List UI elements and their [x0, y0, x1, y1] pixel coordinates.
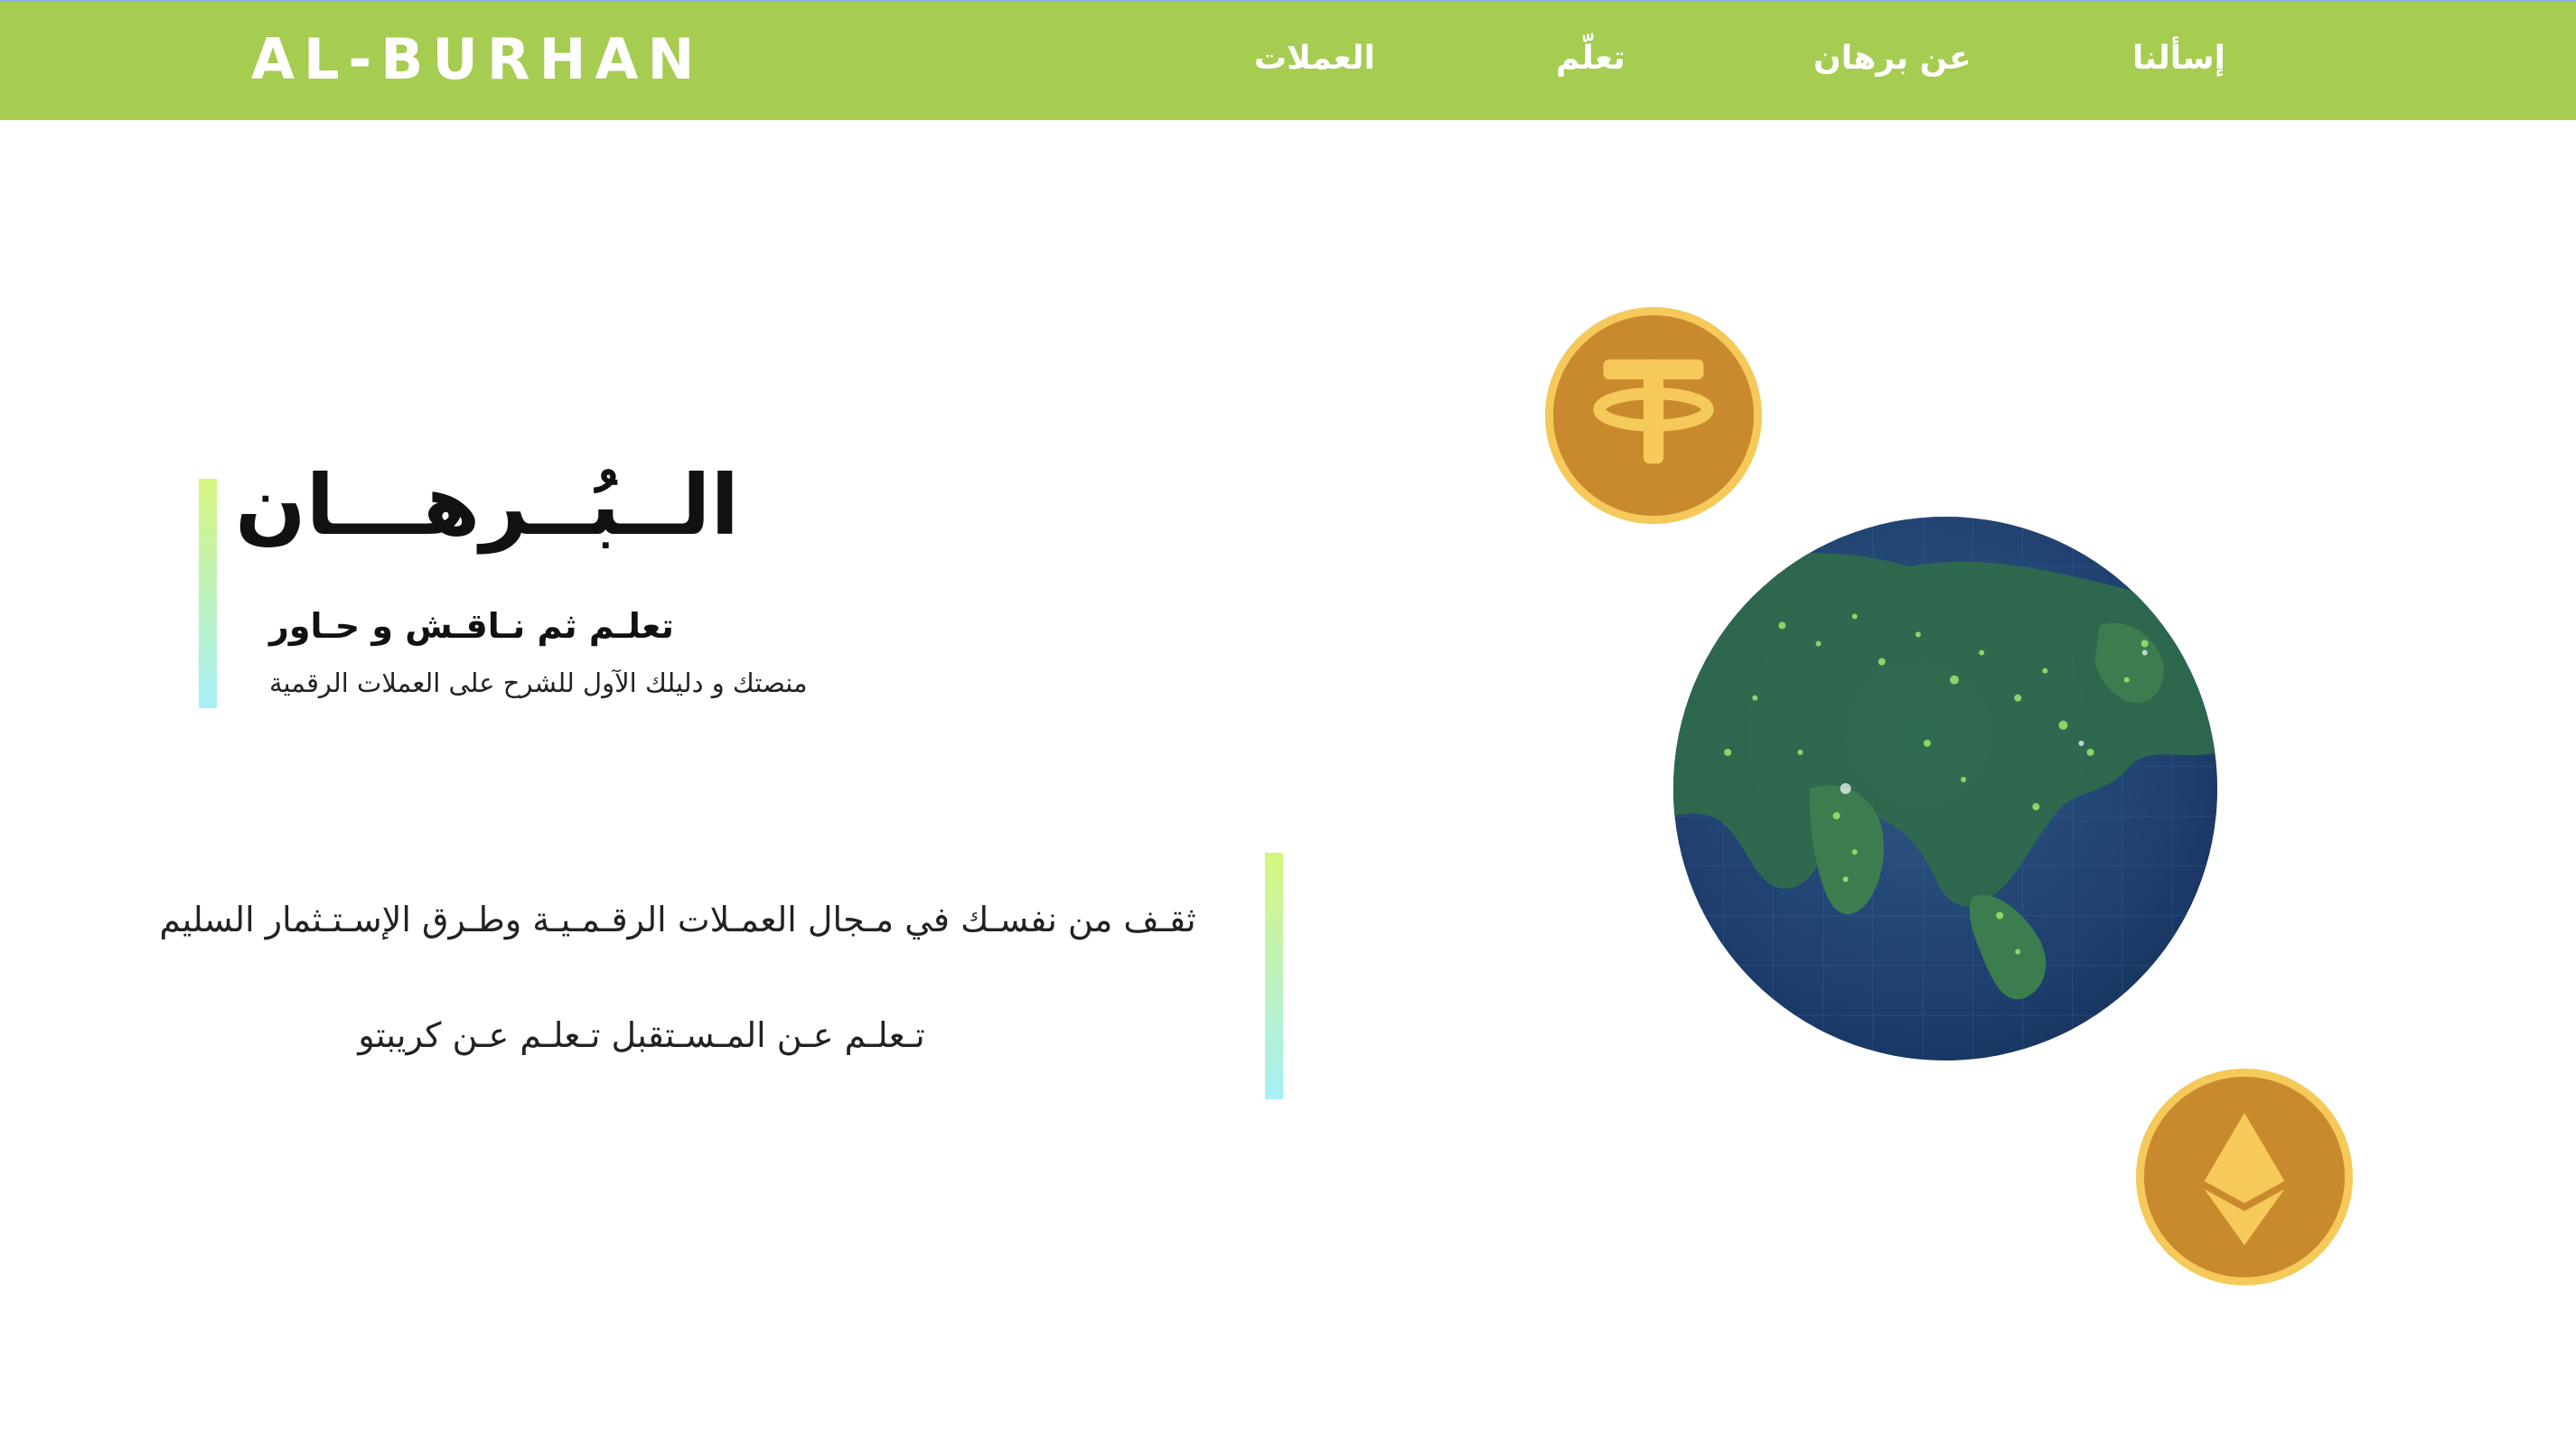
top-navigation-bar: AL-BURHAN إسألنا عن برهان تعلّم العملات: [0, 0, 2576, 120]
tether-coin-icon: [1545, 307, 1762, 524]
hero-subtitle: تعلـم ثم نـاقـش و حـاور: [269, 606, 674, 646]
nav-item-about[interactable]: عن برهان: [1813, 36, 1972, 81]
nav-item-ask-us[interactable]: إسألنا: [2132, 36, 2225, 81]
hero-accent-bar: [199, 479, 217, 708]
brand-logo[interactable]: AL-BURHAN: [251, 23, 703, 96]
ethereum-symbol: [2204, 1112, 2285, 1246]
ethereum-coin-icon: [2136, 1069, 2353, 1285]
nav-item-currencies[interactable]: العملات: [1254, 36, 1375, 81]
tagline-secondary: تـعلـم عـن المـسـتقبل تـعلـم عـن كريبتو: [358, 1015, 925, 1055]
tagline-primary: ثقـف من نفسـك في مـجال العمـلات الرقـمـي…: [159, 900, 1196, 939]
tether-symbol: [1593, 359, 1714, 464]
hero-title: الــبُــرهـــان: [235, 457, 739, 554]
tagline-accent-bar: [1265, 853, 1283, 1099]
nav-item-learn[interactable]: تعلّم: [1556, 36, 1625, 81]
globe-illustration: [1673, 517, 2217, 1060]
hero-description: منصتك و دليلك الآول للشرح على العملات ال…: [269, 668, 808, 698]
